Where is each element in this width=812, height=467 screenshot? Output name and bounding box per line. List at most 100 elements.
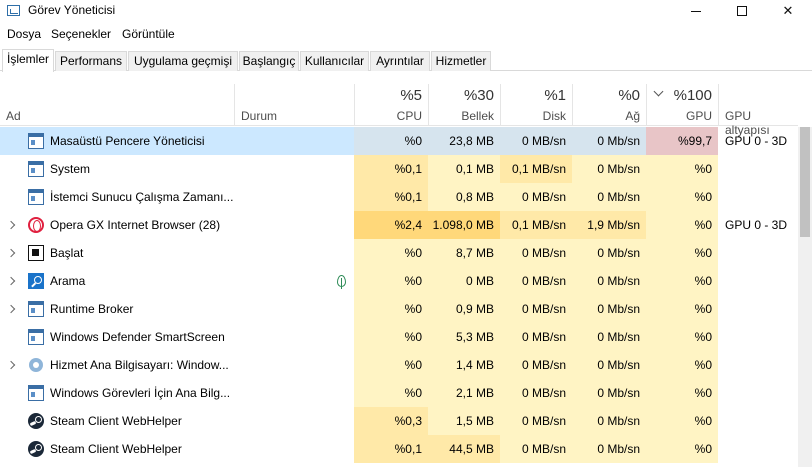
network-value: 0 Mb/sn (572, 155, 646, 183)
process-status (234, 379, 354, 407)
process-name-cell: Opera GX Internet Browser (28) (0, 211, 234, 239)
menu-file[interactable]: Dosya (7, 27, 41, 41)
cpu-value: %0,1 (354, 183, 428, 211)
window-title: Görev Yöneticisi (28, 3, 116, 17)
scrollbar-thumb[interactable] (800, 127, 810, 237)
gpu-value: %0 (646, 379, 718, 407)
process-row[interactable]: Masaüstü Pencere Yöneticisi %0 23,8 MB 0 MB… (0, 127, 798, 155)
process-row[interactable]: Steam Client WebHelper %0,1 44,5 MB 0 MB/sn… (0, 435, 798, 463)
gpu-value: %0 (646, 407, 718, 435)
memory-value: 0 MB (428, 267, 500, 295)
minimize-button[interactable] (673, 0, 719, 22)
memory-total: %30 (463, 87, 494, 104)
tab-details[interactable]: Ayrıntılar (370, 51, 430, 71)
tab-startup[interactable]: Başlangıç (239, 51, 299, 71)
process-row[interactable]: Hizmet Ana Bilgisayarı: Window... %0 1,4 M… (0, 351, 798, 379)
menu-options[interactable]: Seçenekler (51, 27, 111, 41)
gpu-total: %100 (673, 87, 712, 104)
sort-chevron-down-icon (653, 86, 664, 97)
process-name: Steam Client WebHelper (50, 414, 182, 428)
column-name[interactable]: Ad (0, 84, 234, 126)
process-status (234, 407, 354, 435)
process-row[interactable]: Windows Görevleri İçin Ana Bilg... %0 2,1 … (0, 379, 798, 407)
chevron-right-icon[interactable] (6, 248, 16, 258)
process-status (234, 295, 354, 323)
process-row[interactable]: Windows Defender SmartScreen %0 5,3 MB 0 MB… (0, 323, 798, 351)
process-status (234, 239, 354, 267)
gpu-engine-value: GPU 0 - 3D (725, 134, 788, 148)
maximize-button[interactable] (719, 0, 765, 22)
process-name-cell: Windows Görevleri İçin Ana Bilg... (0, 379, 234, 407)
tab-performance[interactable]: Performans (55, 51, 127, 71)
column-gpu-engine[interactable]: GPU altyapısı (718, 84, 798, 137)
gpu-engine-value: GPU 0 - 3D (725, 218, 788, 232)
network-value: 0 Mb/sn (572, 295, 646, 323)
column-memory[interactable]: %30 Bellek (428, 84, 500, 126)
column-network[interactable]: %0 Ağ (572, 84, 646, 126)
memory-value: 0,1 MB (428, 155, 500, 183)
process-name: Arama (50, 274, 86, 288)
process-name: Runtime Broker (50, 302, 134, 316)
process-status (234, 351, 354, 379)
tab-services[interactable]: Hizmetler (431, 51, 491, 71)
process-row[interactable]: System %0,1 0,1 MB 0,1 MB/sn 0 Mb/sn %0 (0, 155, 798, 183)
gpu-engine-value (718, 435, 798, 463)
disk-value: 0 MB/sn (500, 407, 572, 435)
search-icon (28, 273, 44, 289)
disk-value: 0 MB/sn (500, 351, 572, 379)
chevron-right-icon[interactable] (6, 304, 16, 314)
network-value: 0 Mb/sn (572, 407, 646, 435)
process-row[interactable]: İstemci Sunucu Çalışma Zamanı... %0,1 0,8 … (0, 183, 798, 211)
leaf-icon (337, 275, 346, 289)
process-row[interactable]: Arama %0 0 MB 0 MB/sn 0 Mb/sn %0 (0, 267, 798, 295)
window-icon (28, 329, 44, 345)
gpu-engine-value (718, 183, 798, 211)
process-row[interactable]: Runtime Broker %0 0,9 MB 0 MB/sn 0 Mb/sn %0 (0, 295, 798, 323)
gpu-engine-value (718, 239, 798, 267)
gpu-value: %0 (646, 211, 718, 239)
process-name: Steam Client WebHelper (50, 442, 182, 456)
disk-total: %1 (544, 87, 566, 104)
gpu-value: %0 (646, 323, 718, 351)
steam-icon (28, 413, 44, 429)
tab-app-history[interactable]: Uygulama geçmişi (128, 51, 238, 71)
process-name: System (50, 162, 91, 176)
cpu-value: %0,1 (354, 155, 428, 183)
gpu-engine-value (718, 267, 798, 295)
chevron-right-icon[interactable] (6, 220, 16, 230)
tab-users[interactable]: Kullanıcılar (300, 51, 369, 71)
network-value: 0 Mb/sn (572, 239, 646, 267)
close-button[interactable]: ✕ (765, 0, 811, 22)
menu-bar: Dosya Seçenekler Görüntüle (0, 24, 812, 44)
column-status[interactable]: Durum (234, 84, 354, 126)
network-value: 0 Mb/sn (572, 379, 646, 407)
column-cpu[interactable]: %5 CPU (354, 84, 428, 126)
memory-value: 44,5 MB (428, 435, 500, 463)
column-status-label: Durum (241, 109, 278, 123)
gpu-value: %0 (646, 155, 718, 183)
process-status (234, 211, 354, 239)
chevron-right-icon[interactable] (6, 360, 16, 370)
cpu-value: %0 (354, 323, 428, 351)
window-icon (28, 133, 44, 149)
cpu-value: %0 (354, 351, 428, 379)
process-row[interactable]: Başlat %0 8,7 MB 0 MB/sn 0 Mb/sn %0 (0, 239, 798, 267)
column-network-label: Ağ (625, 109, 640, 123)
menu-view[interactable]: Görüntüle (122, 27, 175, 41)
process-name-cell: Steam Client WebHelper (0, 407, 234, 435)
column-gpu[interactable]: %100 GPU (646, 84, 718, 126)
process-name-cell: Runtime Broker (0, 295, 234, 323)
process-row[interactable]: Opera GX Internet Browser (28) %2,4 1.098,… (0, 211, 798, 239)
process-row[interactable]: Steam Client WebHelper %0,3 1,5 MB 0 MB/sn 0… (0, 407, 798, 435)
memory-value: 5,3 MB (428, 323, 500, 351)
vertical-scrollbar[interactable] (798, 127, 812, 467)
column-cpu-label: CPU (396, 109, 422, 123)
tab-processes[interactable]: İşlemler (2, 49, 54, 72)
cpu-value: %0 (354, 379, 428, 407)
column-disk[interactable]: %1 Disk (500, 84, 572, 126)
chevron-right-icon[interactable] (6, 276, 16, 286)
process-name-cell: System (0, 155, 234, 183)
process-name: Başlat (50, 246, 84, 260)
cpu-value: %0 (354, 239, 428, 267)
process-name: İstemci Sunucu Çalışma Zamanı... (50, 190, 234, 204)
